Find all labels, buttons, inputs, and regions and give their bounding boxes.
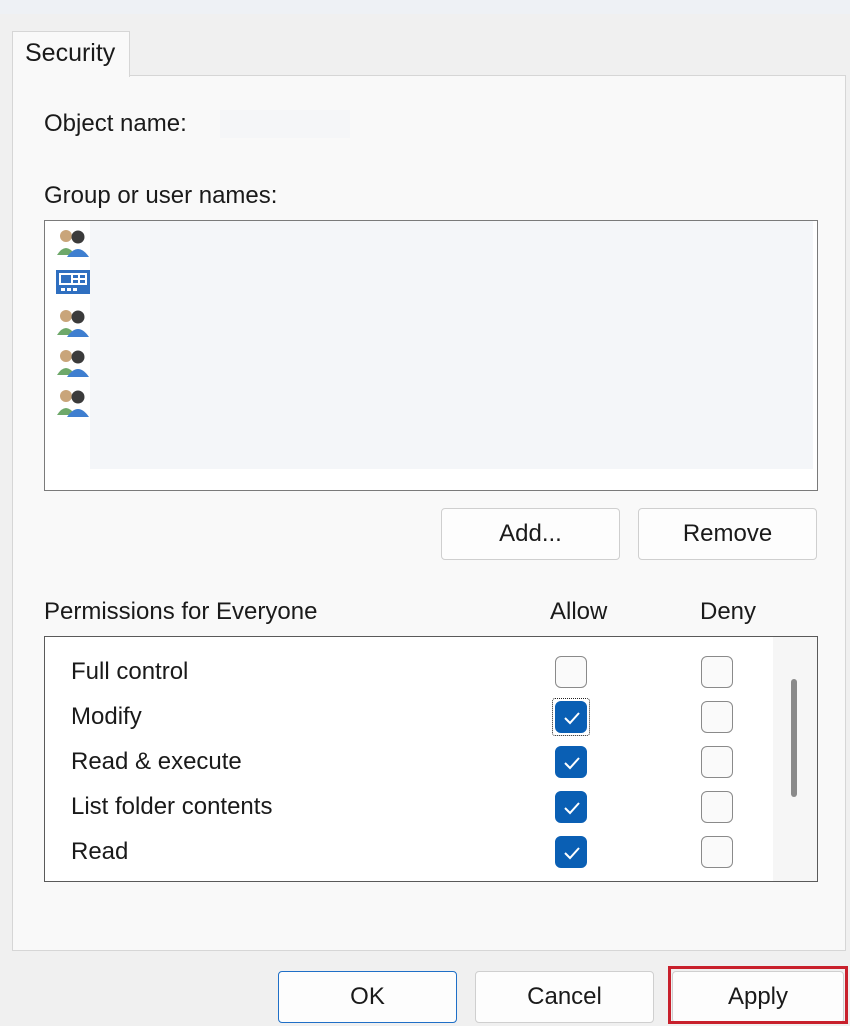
permission-name: Full control xyxy=(71,658,189,685)
user-list-item[interactable] xyxy=(55,225,755,259)
permission-row: Modify xyxy=(45,695,775,740)
deny-checkbox[interactable] xyxy=(701,836,733,868)
user-list-item[interactable] xyxy=(55,305,755,339)
deny-checkbox[interactable] xyxy=(701,881,733,882)
permission-name: Modify xyxy=(71,703,142,730)
permission-row: Full control xyxy=(45,650,775,695)
deny-column-header: Deny xyxy=(700,598,757,625)
permissions-for-label: Permissions for Everyone xyxy=(44,598,318,625)
user-list-item[interactable] xyxy=(55,345,755,379)
group-user-names-label: Group or user names: xyxy=(44,182,278,209)
permission-name: Read xyxy=(71,838,129,865)
add-button[interactable]: Add... xyxy=(441,508,620,560)
allow-checkbox[interactable] xyxy=(555,701,587,733)
window-top-strip xyxy=(0,0,850,14)
permissions-scrollbar[interactable] xyxy=(773,637,817,881)
permission-row: List folder contents xyxy=(45,785,775,830)
apply-button[interactable]: Apply xyxy=(672,971,844,1023)
group-icon xyxy=(55,387,91,417)
deny-checkbox[interactable] xyxy=(701,656,733,688)
permissions-list[interactable]: Full control Modify Read & execute List … xyxy=(44,636,818,882)
allow-checkbox[interactable] xyxy=(555,881,587,882)
permission-name: Read & execute xyxy=(71,748,242,775)
scrollbar-thumb[interactable] xyxy=(791,679,797,797)
user-list[interactable] xyxy=(44,220,818,491)
allow-checkbox[interactable] xyxy=(555,656,587,688)
remove-button[interactable]: Remove xyxy=(638,508,817,560)
object-name-label: Object name: xyxy=(44,110,187,137)
group-icon xyxy=(55,347,91,377)
allow-checkbox[interactable] xyxy=(555,746,587,778)
deny-checkbox[interactable] xyxy=(701,701,733,733)
deny-checkbox[interactable] xyxy=(701,746,733,778)
permission-row: Read & execute xyxy=(45,740,775,785)
permission-row: Read xyxy=(45,830,775,875)
user-list-item[interactable] xyxy=(55,385,755,419)
user-list-item[interactable] xyxy=(55,265,755,299)
permission-row xyxy=(45,875,775,882)
deny-checkbox[interactable] xyxy=(701,791,733,823)
cancel-button[interactable]: Cancel xyxy=(475,971,654,1023)
group-icon xyxy=(55,307,91,337)
allow-checkbox[interactable] xyxy=(555,836,587,868)
ok-button[interactable]: OK xyxy=(278,971,457,1023)
allow-checkbox[interactable] xyxy=(555,791,587,823)
tab-security[interactable]: Security xyxy=(12,31,130,77)
allow-column-header: Allow xyxy=(550,598,608,625)
permission-name: List folder contents xyxy=(71,793,273,820)
computer-account-icon xyxy=(55,267,91,297)
group-icon xyxy=(55,227,91,257)
object-name-value xyxy=(220,110,350,138)
